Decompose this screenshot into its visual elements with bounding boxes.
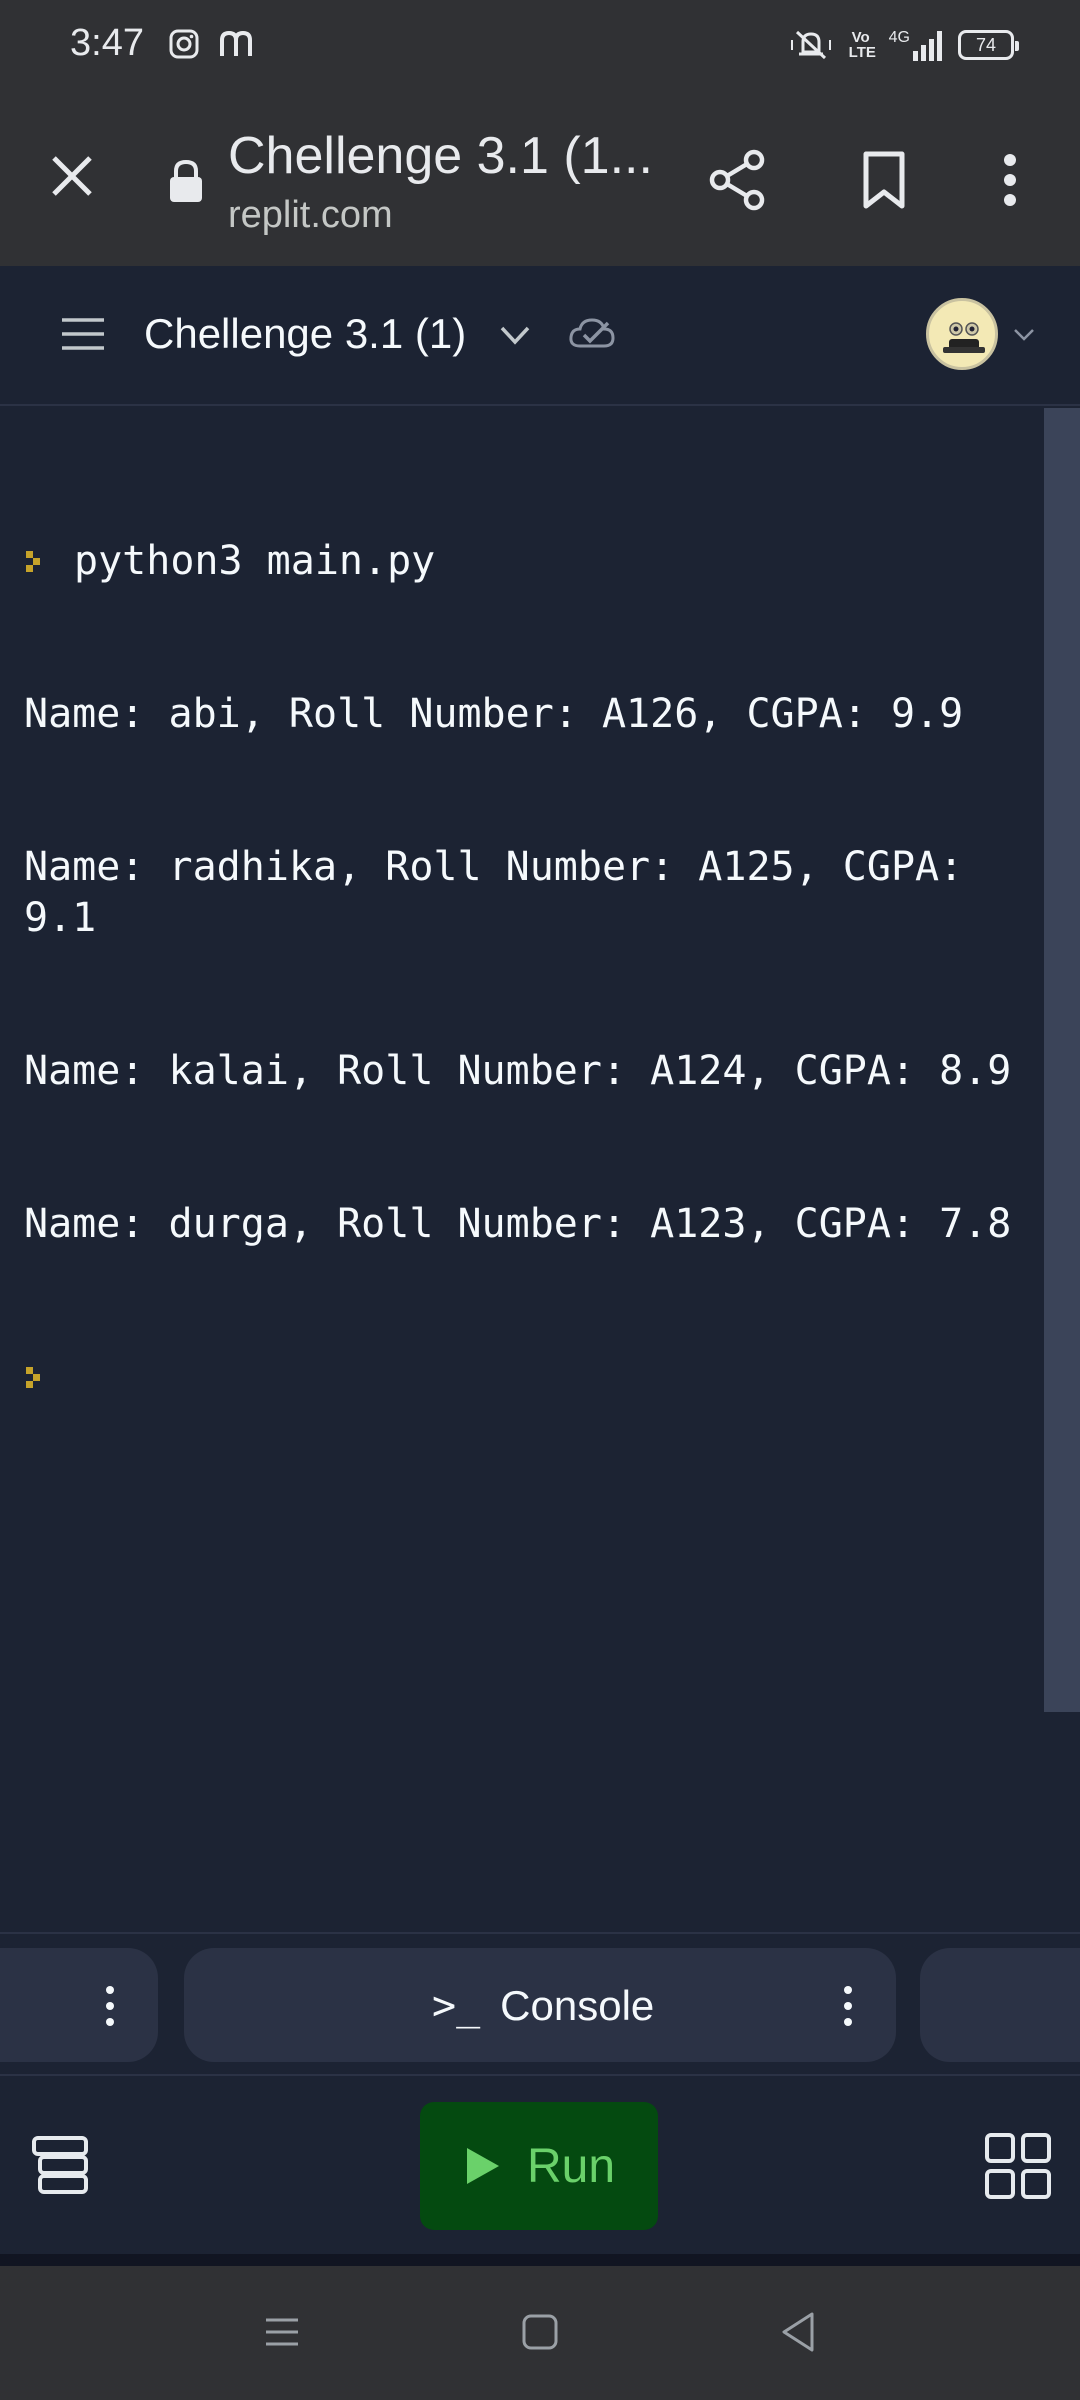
battery-icon: 74 (958, 30, 1019, 60)
tab-previous[interactable] (0, 1948, 158, 2062)
cloud-saved-icon (569, 318, 615, 348)
recents-icon[interactable] (262, 2312, 302, 2352)
terminal-icon: >_ (432, 1983, 481, 2029)
repl-header: Chellenge 3.1 (1) (0, 266, 1080, 406)
close-icon[interactable] (44, 148, 100, 204)
console-line: Name: abi, Roll Number: A126, CGPA: 9.9 (24, 691, 964, 737)
mute-vibrate-icon (790, 30, 831, 60)
hamburger-menu-icon[interactable] (60, 314, 106, 354)
network-type-label: 4G (888, 29, 910, 46)
grid-icon[interactable] (984, 2132, 1052, 2200)
status-time: 3:47 (70, 22, 144, 64)
signal-4g-icon: 4G (889, 29, 942, 61)
share-icon[interactable] (706, 148, 770, 212)
account-chevron-down-icon[interactable] (1012, 322, 1036, 346)
back-icon[interactable] (778, 2310, 818, 2354)
chevron-down-icon[interactable] (498, 318, 532, 352)
console-scrollbar[interactable] (1044, 408, 1080, 1712)
more-vert-icon[interactable] (840, 1984, 856, 2028)
lock-icon[interactable] (166, 158, 206, 204)
system-nav-bar (0, 2266, 1080, 2400)
battery-level: 74 (975, 34, 997, 55)
play-icon (466, 2148, 499, 2184)
console-line: Name: radhika, Roll Number: A125, CGPA: … (24, 844, 988, 941)
page-url[interactable]: replit.com (228, 194, 393, 237)
status-bar: 3:47 Vo LTE 4G 74 (0, 0, 1080, 96)
threads-icon (220, 30, 252, 56)
instagram-icon (169, 29, 199, 59)
tab-console-label: Console (500, 1982, 655, 2029)
divider (0, 2254, 1080, 2266)
page-title[interactable]: Chellenge 3.1 (1... (228, 126, 653, 186)
console-output[interactable]: python3 main.py Name: abi, Roll Number: … (0, 408, 1044, 1932)
console-line: Name: durga, Roll Number: A123, CGPA: 7.… (24, 1201, 1012, 1247)
avatar[interactable] (926, 298, 998, 370)
run-label: Run (526, 2139, 616, 2193)
tab-next[interactable] (920, 1948, 1080, 2062)
more-vert-icon[interactable] (980, 148, 1040, 212)
prompt-icon (26, 550, 40, 572)
bookmark-icon[interactable] (852, 148, 916, 212)
prompt-icon (26, 1366, 40, 1388)
console-line: Name: kalai, Roll Number: A124, CGPA: 8.… (24, 1048, 1012, 1094)
tab-console[interactable]: >_ Console (184, 1948, 896, 2062)
pane-tabs: >_ Console (0, 1932, 1080, 2076)
console-command: python3 main.py (74, 538, 436, 584)
console-cursor-line (24, 1352, 1034, 1403)
console-lines: python3 main.py Name: abi, Roll Number: … (24, 434, 1034, 1505)
layers-icon[interactable] (30, 2134, 90, 2196)
action-bar: Run (0, 2076, 1080, 2266)
browser-bar: Chellenge 3.1 (1... replit.com (0, 96, 1080, 266)
more-vert-icon[interactable] (102, 1984, 118, 2028)
run-button[interactable]: Run (420, 2102, 658, 2230)
volte-icon: Vo LTE (848, 29, 876, 61)
console-command-line: python3 main.py (24, 536, 1034, 587)
home-icon[interactable] (520, 2312, 560, 2352)
repl-title[interactable]: Chellenge 3.1 (1) (144, 310, 466, 358)
